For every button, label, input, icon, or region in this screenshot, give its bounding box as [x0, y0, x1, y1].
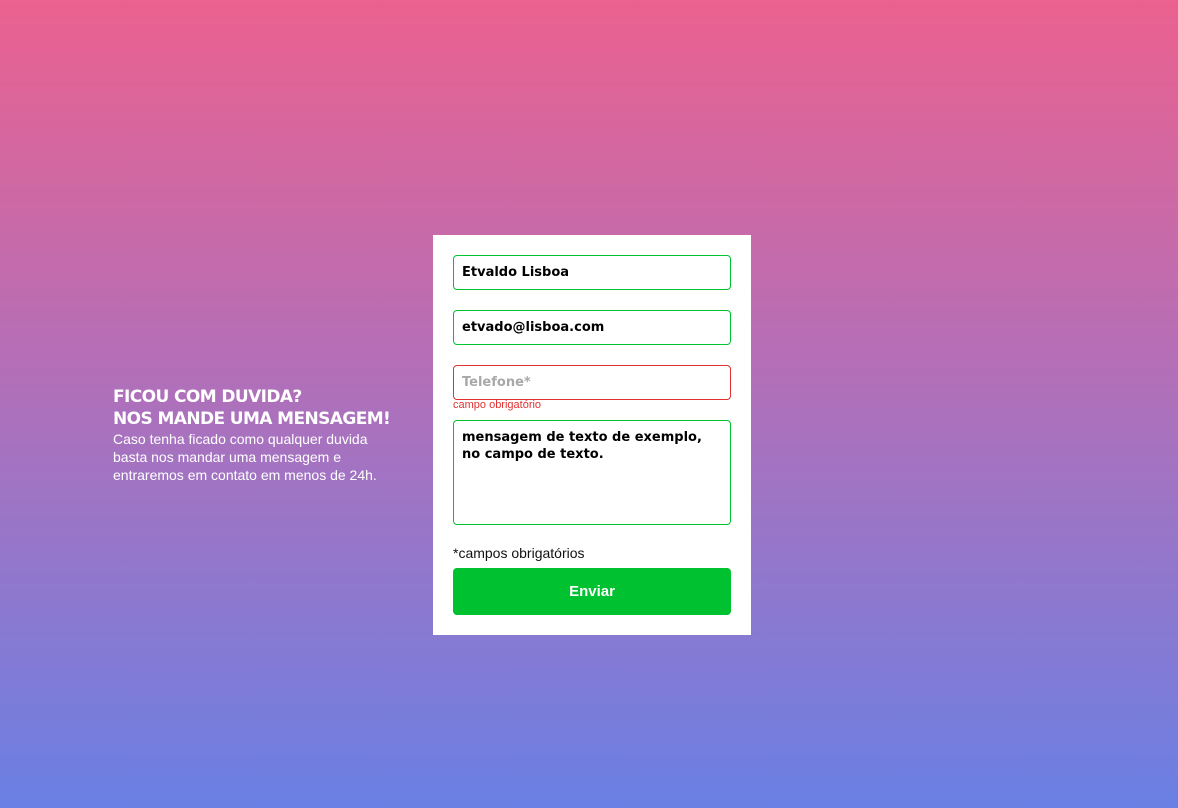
name-field[interactable]: [453, 255, 731, 290]
phone-field[interactable]: [453, 365, 731, 400]
contact-intro: FICOU COM DUVIDA? NOS MANDE UMA MENSAGEM…: [113, 386, 413, 484]
intro-heading: FICOU COM DUVIDA? NOS MANDE UMA MENSAGEM…: [113, 386, 413, 430]
intro-heading-line2: NOS MANDE UMA MENSAGEM!: [113, 409, 391, 429]
contact-form: campo obrigatório mensagem de texto de e…: [433, 235, 751, 635]
required-fields-note: *campos obrigatórios: [453, 545, 585, 561]
submit-button[interactable]: Enviar: [453, 568, 731, 615]
intro-heading-line1: FICOU COM DUVIDA?: [113, 387, 302, 407]
email-field[interactable]: [453, 310, 731, 345]
intro-description: Caso tenha ficado como qualquer duvida b…: [113, 431, 377, 483]
message-field[interactable]: mensagem de texto de exemplo, no campo d…: [453, 420, 731, 525]
phone-error-message: campo obrigatório: [453, 399, 542, 411]
